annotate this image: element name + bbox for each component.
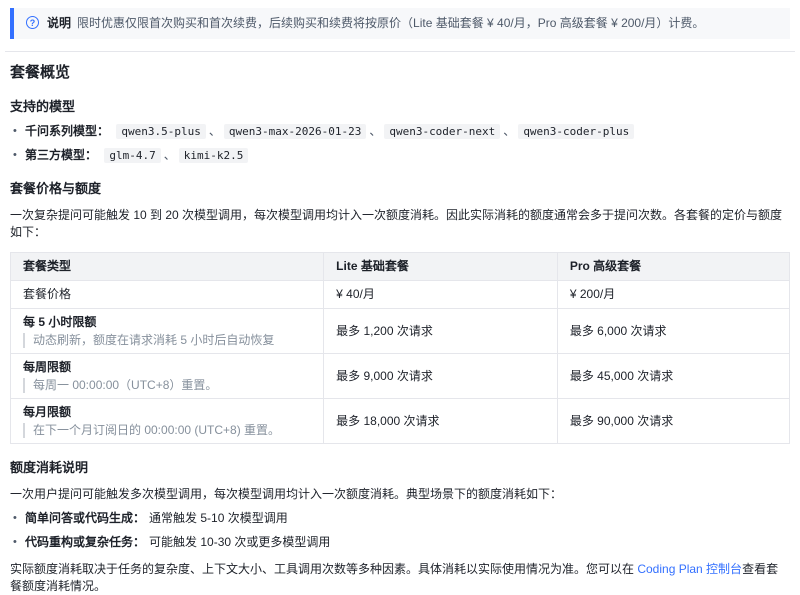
- footer-note: 实际额度消耗取决于任务的复杂度、上下文大小、工具调用次数等多种因素。具体消耗以实…: [10, 561, 790, 595]
- cell-pro-monthly: 最多 90,000 次请求: [556, 398, 791, 444]
- separator: 、: [503, 124, 516, 138]
- list-item-complex-task: 代码重构或复杂任务：可能触发 10-30 次或更多模型调用: [10, 533, 790, 552]
- section-title-pricing: 套餐价格与额度: [10, 181, 102, 196]
- section-divider: [5, 51, 795, 52]
- separator: 、: [369, 124, 382, 138]
- row-label-5hour: 每 5 小时限额: [23, 315, 97, 329]
- info-banner: ? 说明 限时优惠仅限首次购买和首次续费，后续购买和续费将按原价（Lite 基础套…: [10, 8, 790, 39]
- banner-content: 说明 限时优惠仅限首次购买和首次续费，后续购买和续费将按原价（Lite 基础套餐 …: [47, 16, 704, 31]
- cell-lite-weekly: 最多 9,000 次请求: [323, 353, 558, 399]
- table-header-plan-type: 套餐类型: [9, 252, 325, 281]
- cell-lite-5hour: 最多 1,200 次请求: [323, 308, 558, 354]
- quota-note-5hour: 动态刷新，额度在请求消耗 5 小时后自动恢复: [23, 333, 311, 348]
- list-item-simple-task: 简单问答或代码生成：通常触发 5-10 次模型调用: [10, 509, 790, 528]
- table-row-5hour-limit: 每 5 小时限额 动态刷新，额度在请求消耗 5 小时后自动恢复 最多 1,200…: [9, 308, 791, 354]
- table-row-price: 套餐价格 ¥ 40/月 ¥ 200/月: [9, 280, 791, 309]
- item-label: 简单问答或代码生成：: [25, 511, 146, 525]
- cell-pro-price: ¥ 200/月: [556, 280, 791, 309]
- page-title: 套餐概览: [10, 64, 71, 81]
- pricing-table: 套餐类型 Lite 基础套餐 Pro 高级套餐 套餐价格 ¥ 40/月 ¥ 20…: [9, 252, 791, 444]
- table-header-pro: Pro 高级套餐: [556, 252, 791, 281]
- code-chip: qwen3-coder-plus: [518, 124, 635, 139]
- separator: 、: [208, 124, 221, 138]
- cell-lite-price: ¥ 40/月: [323, 280, 558, 309]
- coding-plan-console-link[interactable]: Coding Plan 控制台: [637, 562, 742, 576]
- footer-text-before: 实际额度消耗取决于任务的复杂度、上下文大小、工具调用次数等多种因素。具体消耗以实…: [10, 562, 638, 576]
- code-chip: qwen3-coder-next: [384, 124, 501, 139]
- cell-lite-monthly: 最多 18,000 次请求: [323, 398, 558, 444]
- cell-pro-weekly: 最多 45,000 次请求: [556, 353, 791, 399]
- item-label: 代码重构或复杂任务：: [25, 535, 146, 549]
- code-chip: kimi-k2.5: [178, 148, 249, 163]
- model-list: 千问系列模型： qwen3.5-plus、qwen3-max-2026-01-2…: [10, 122, 790, 165]
- list-item-qwen-models: 千问系列模型： qwen3.5-plus、qwen3-max-2026-01-2…: [10, 122, 790, 141]
- section-title-consumption: 额度消耗说明: [10, 460, 89, 475]
- banner-label: 说明: [47, 16, 72, 30]
- pricing-intro: 一次复杂提问可能触发 10 到 20 次模型调用，每次模型调用均计入一次额度消耗…: [10, 208, 783, 239]
- banner-text: 限时优惠仅限首次购买和首次续费，后续购买和续费将按原价（Lite 基础套餐 ¥ …: [77, 16, 705, 30]
- item-label: 第三方模型：: [25, 148, 98, 162]
- item-text: 可能触发 10-30 次或更多模型调用: [149, 535, 331, 549]
- separator: 、: [163, 148, 176, 162]
- row-label-weekly: 每周限额: [23, 360, 72, 374]
- consumption-intro: 一次用户提问可能触发多次模型调用，每次模型调用均计入一次额度消耗。典型场景下的额…: [10, 487, 563, 501]
- list-item-thirdparty-models: 第三方模型： glm-4.7、kimi-k2.5: [10, 146, 790, 165]
- row-label-monthly: 每月限额: [23, 405, 72, 419]
- section-title-models: 支持的模型: [10, 99, 76, 114]
- row-label-price: 套餐价格: [23, 287, 72, 301]
- quota-note-monthly: 在下一个月订阅日的 00:00:00 (UTC+8) 重置。: [23, 423, 311, 438]
- item-label: 千问系列模型：: [25, 124, 110, 138]
- consumption-list: 简单问答或代码生成：通常触发 5-10 次模型调用 代码重构或复杂任务：可能触发…: [10, 509, 790, 552]
- code-chip: glm-4.7: [104, 148, 161, 163]
- question-circle-icon: ?: [26, 16, 39, 29]
- page-root: ? 说明 限时优惠仅限首次购买和首次续费，后续购买和续费将按原价（Lite 基础套…: [0, 0, 800, 595]
- code-chip: qwen3.5-plus: [116, 124, 206, 139]
- table-row-monthly-limit: 每月限额 在下一个月订阅日的 00:00:00 (UTC+8) 重置。 最多 1…: [9, 398, 791, 444]
- table-row-weekly-limit: 每周限额 每周一 00:00:00（UTC+8）重置。 最多 9,000 次请求…: [9, 353, 791, 399]
- quota-note-weekly: 每周一 00:00:00（UTC+8）重置。: [23, 378, 311, 393]
- table-header-lite: Lite 基础套餐: [323, 252, 558, 281]
- table-header-row: 套餐类型 Lite 基础套餐 Pro 高级套餐: [9, 252, 791, 281]
- item-text: 通常触发 5-10 次模型调用: [149, 511, 288, 525]
- code-chip: qwen3-max-2026-01-23: [223, 124, 367, 139]
- cell-pro-5hour: 最多 6,000 次请求: [556, 308, 791, 354]
